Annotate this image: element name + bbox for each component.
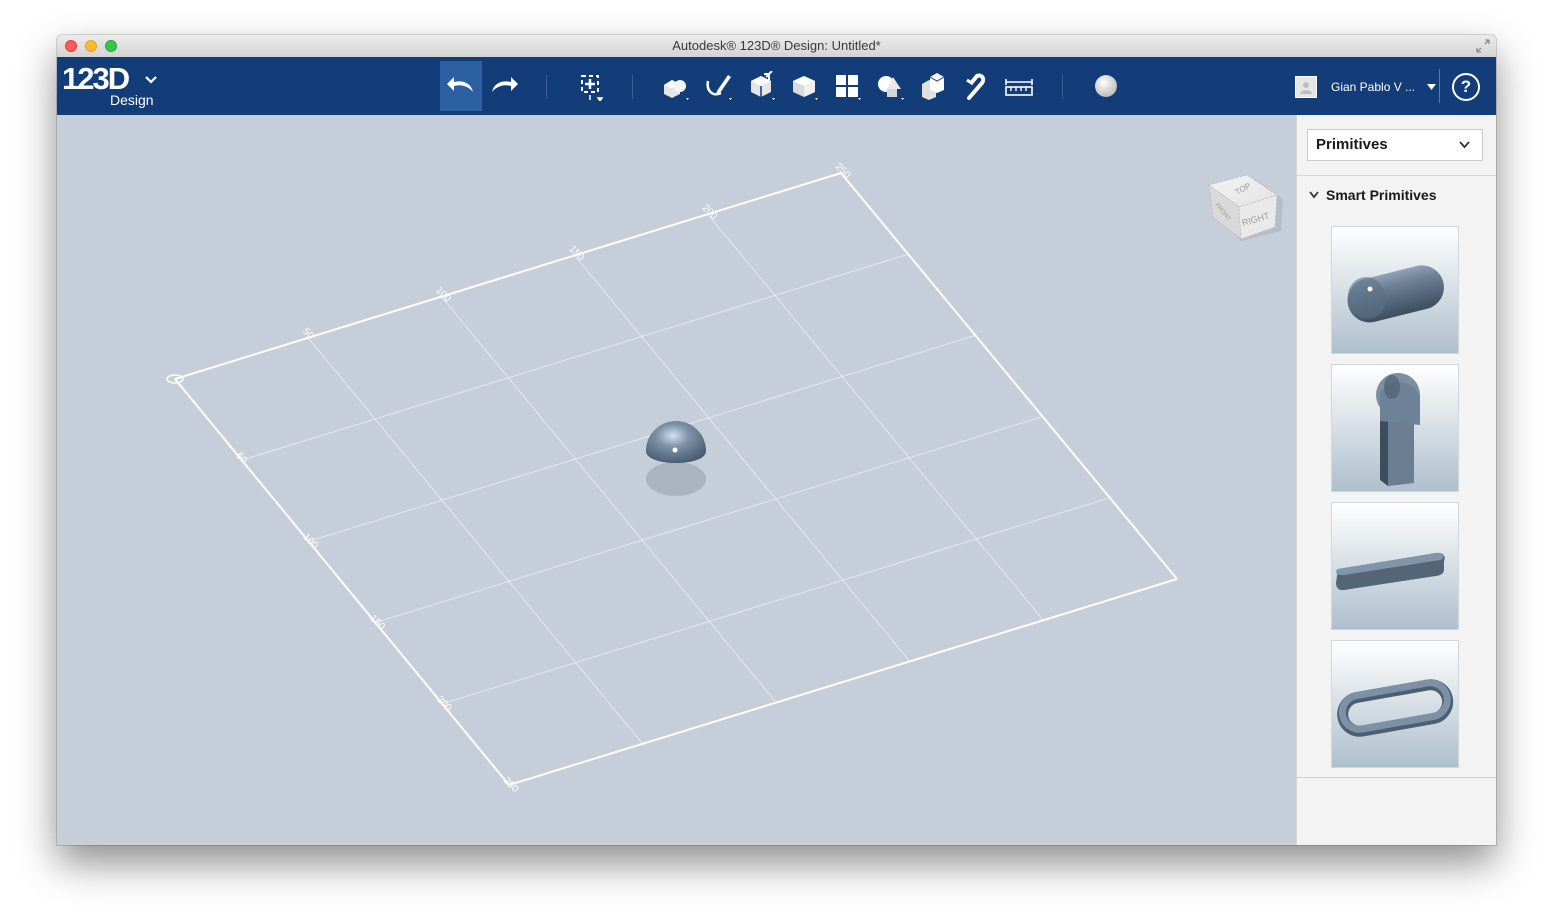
transform-button[interactable] (570, 61, 612, 111)
transform-icon (581, 75, 604, 101)
modify-button[interactable] (783, 61, 825, 111)
pattern-icon (836, 75, 861, 100)
section-title-text: Smart Primitives (1326, 187, 1437, 203)
logo-subtext: Design (110, 92, 154, 108)
undo-icon (447, 77, 473, 92)
snap-button[interactable] (955, 61, 997, 111)
construct-icon (751, 71, 775, 100)
construct-button[interactable] (740, 61, 782, 111)
grid-border (508, 578, 1178, 786)
primitive-thumb-loop[interactable] (1331, 640, 1459, 768)
grid-line (707, 213, 1044, 621)
chevron-down-icon (145, 76, 157, 84)
3d-viewport[interactable]: 50 100 150 200 250 50 100 150 200 250 TOP RIGHT F… (57, 115, 1296, 845)
undo-button[interactable] (440, 61, 482, 111)
keyhole-shape-icon (1376, 373, 1420, 486)
material-button[interactable] (1085, 61, 1127, 111)
view-cube[interactable]: TOP RIGHT FRONT (1208, 174, 1283, 241)
slot-shape-icon (1336, 552, 1445, 591)
user-icon (1300, 82, 1312, 94)
app-menu-logo[interactable]: 123D Design (62, 61, 172, 111)
grid-tick-label: 200 (700, 203, 720, 223)
help-button[interactable]: ? (1452, 73, 1480, 101)
toolbar-separator (1439, 69, 1440, 103)
app-window: Autodesk® 123D® Design: Untitled* 123D D… (57, 35, 1496, 845)
scene-canvas[interactable]: 5010015020025050100150200250 TOP RIGHT F… (57, 115, 1296, 845)
pattern-button[interactable] (826, 61, 868, 111)
primitive-thumb-capsule[interactable] (1331, 226, 1459, 354)
panel-divider (1297, 175, 1496, 176)
redo-button[interactable] (483, 61, 525, 111)
grid-tick-label: 100 (433, 285, 453, 305)
zoom-window-button[interactable] (105, 40, 117, 52)
panel-divider (1297, 777, 1496, 778)
grid-line (441, 296, 777, 703)
material-icon (1095, 75, 1117, 97)
specular-highlight (672, 447, 678, 453)
measure-button[interactable] (998, 61, 1040, 111)
grouping-icon (878, 76, 904, 100)
redo-icon (492, 77, 518, 92)
hemisphere-body (646, 421, 706, 463)
primitives-button[interactable] (654, 61, 696, 111)
grouping-button[interactable] (869, 61, 911, 111)
chevron-down-icon (1309, 191, 1319, 199)
user-name: Gian Pablo V ... (1331, 80, 1416, 94)
grid-border (840, 172, 1178, 580)
main-toolbar: 123D Design Gian Pablo V ... ? (57, 57, 1496, 115)
primitive-thumb-keyhole[interactable] (1331, 364, 1459, 492)
toolbar-separator (546, 75, 547, 99)
grid-border (174, 172, 842, 380)
grid-line (241, 253, 909, 461)
grid-line (308, 334, 976, 542)
loop-shape-icon (1337, 679, 1454, 737)
primitives-panel: Primitives Smart Primitives (1296, 115, 1496, 845)
toolbar-separator (632, 75, 633, 99)
measure-icon (1005, 79, 1033, 96)
sketch-button[interactable] (697, 61, 739, 111)
combine-icon (922, 73, 945, 100)
window-title: Autodesk® 123D® Design: Untitled* (672, 38, 881, 53)
user-account-menu[interactable]: Gian Pablo V ... (1295, 75, 1437, 99)
section-header[interactable]: Smart Primitives (1309, 187, 1437, 203)
grid-line (442, 497, 1110, 705)
grid-line (307, 337, 643, 745)
primitives-icon (664, 80, 689, 100)
grid-tick-label: 150 (566, 244, 586, 264)
combine-button[interactable] (912, 61, 954, 111)
dropdown-value: Primitives (1316, 136, 1388, 153)
minimize-window-button[interactable] (85, 40, 97, 52)
fullscreen-icon[interactable] (1476, 39, 1490, 53)
avatar (1295, 76, 1317, 98)
title-bar: Autodesk® 123D® Design: Untitled* (57, 35, 1496, 58)
primitive-thumb-slot[interactable] (1331, 502, 1459, 630)
grid-tick-label: 250 (833, 161, 853, 181)
panel-category-dropdown[interactable]: Primitives (1307, 129, 1483, 161)
grid-labels: 5010015020025050100150200250 (234, 161, 853, 795)
grid-line (375, 416, 1043, 624)
caret-down-icon (1427, 84, 1437, 90)
grid-border (174, 378, 510, 786)
hemisphere-object[interactable] (646, 421, 706, 496)
toolbar-separator (1062, 75, 1063, 99)
object-shadow (646, 462, 706, 496)
modify-icon (793, 76, 818, 100)
close-window-button[interactable] (65, 40, 77, 52)
capsule-shape-icon (1347, 265, 1444, 323)
snap-icon (966, 73, 986, 100)
grid-line (574, 255, 911, 662)
sketch-icon (706, 75, 732, 100)
chevron-down-icon (1459, 141, 1470, 149)
